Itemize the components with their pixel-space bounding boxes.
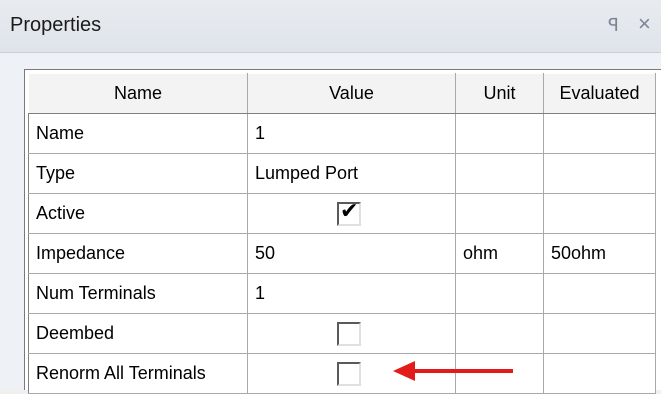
property-table: Name Value Unit Evaluated Name 1 Type Lumpe… — [28, 73, 656, 394]
table-header-row: Name Value Unit Evaluated — [28, 73, 656, 114]
property-evaluated-cell — [543, 313, 656, 354]
properties-panel: Name Value Unit Evaluated Name 1 Type Lumpe… — [0, 53, 661, 394]
property-value-cell[interactable]: Lumped Port — [247, 153, 456, 194]
property-checkbox[interactable]: ✔ — [337, 198, 361, 226]
property-evaluated-cell — [543, 353, 656, 394]
property-evaluated-cell — [543, 273, 656, 314]
property-unit-cell[interactable] — [455, 273, 544, 314]
table-row[interactable]: Active ✔ — [28, 193, 656, 234]
column-header-name[interactable]: Name — [28, 73, 248, 114]
property-checkbox[interactable] — [337, 321, 361, 346]
property-name-cell[interactable]: Impedance — [28, 233, 248, 274]
table-row[interactable]: Type Lumped Port — [28, 153, 656, 194]
property-evaluated-cell — [543, 153, 656, 194]
properties-titlebar: Properties ꟼ × — [0, 0, 661, 53]
checkmark-icon: ✔ — [340, 198, 359, 224]
property-unit-cell[interactable] — [455, 113, 544, 154]
close-icon[interactable]: × — [638, 11, 651, 37]
annotation-arrow — [393, 361, 513, 381]
column-header-unit[interactable]: Unit — [455, 73, 544, 114]
table-row[interactable]: Impedance 50 ohm 50ohm — [28, 233, 656, 274]
property-name-cell[interactable]: Name — [28, 113, 248, 154]
pin-icon[interactable]: ꟼ — [608, 15, 619, 36]
property-name-cell[interactable]: Type — [28, 153, 248, 194]
property-grid: Name Value Unit Evaluated Name 1 Type Lumpe… — [24, 69, 661, 394]
property-name-cell[interactable]: Deembed — [28, 313, 248, 354]
property-value-cell[interactable]: 1 — [247, 273, 456, 314]
property-unit-cell[interactable] — [455, 153, 544, 194]
property-value-cell[interactable]: 1 — [247, 113, 456, 154]
column-header-evaluated[interactable]: Evaluated — [543, 73, 656, 114]
property-name-cell[interactable]: Active — [28, 193, 248, 234]
table-row[interactable]: Deembed — [28, 313, 656, 354]
table-row[interactable]: Num Terminals 1 — [28, 273, 656, 314]
property-evaluated-cell — [543, 113, 656, 154]
property-unit-cell[interactable] — [455, 313, 544, 354]
property-name-cell[interactable]: Num Terminals — [28, 273, 248, 314]
property-unit-cell[interactable]: ohm — [455, 233, 544, 274]
panel-title: Properties — [10, 14, 102, 36]
table-row[interactable]: Renorm All Terminals — [28, 353, 656, 394]
property-checkbox[interactable] — [337, 361, 361, 386]
property-value-cell[interactable]: 50 — [247, 233, 456, 274]
property-evaluated-cell — [543, 193, 656, 234]
column-header-value[interactable]: Value — [247, 73, 456, 114]
property-name-cell[interactable]: Renorm All Terminals — [28, 353, 248, 394]
property-value-cell[interactable] — [247, 313, 456, 354]
property-value-cell[interactable]: ✔ — [247, 193, 456, 234]
table-row[interactable]: Name 1 — [28, 113, 656, 154]
property-evaluated-cell: 50ohm — [543, 233, 656, 274]
property-unit-cell[interactable] — [455, 193, 544, 234]
